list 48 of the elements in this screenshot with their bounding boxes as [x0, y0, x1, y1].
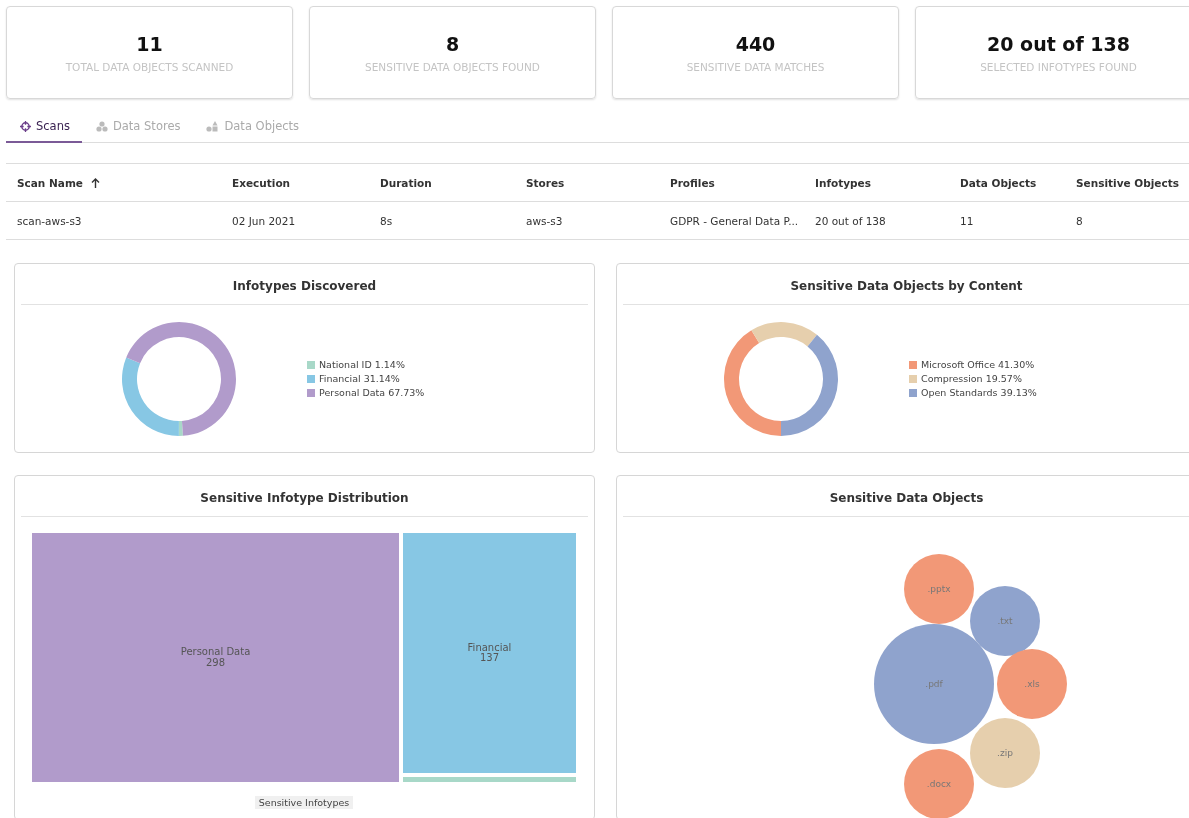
column-header[interactable]: Scan Name [17, 176, 232, 189]
column-header[interactable]: Profiles [670, 176, 815, 189]
legend-label: Financial 31.14% [319, 373, 400, 384]
stat-value: 11 [136, 32, 163, 55]
treemap-cell: Personal Data 298 [32, 533, 399, 782]
table-cell-text: 02 Jun 2021 [232, 214, 297, 227]
crosshair-icon [20, 120, 31, 132]
bubble: .docx [903, 749, 974, 818]
legend-label: National ID 1.14% [319, 359, 405, 370]
stat-label: SENSITIVE DATA OBJECTS FOUND [365, 60, 540, 73]
table-cell-text: scan-aws-s3 [17, 214, 83, 227]
legend-label: Open Standards 39.13% [921, 387, 1037, 398]
bubble: .zip [969, 718, 1040, 788]
column-header[interactable]: Infotypes [815, 176, 960, 189]
shapes-icon [206, 120, 220, 132]
chart-title: Sensitive Data Objects [623, 476, 1189, 517]
column-header[interactable]: Data Objects [960, 176, 1076, 189]
table-cell-text: aws-s3 [526, 214, 564, 227]
column-header[interactable]: Stores [526, 176, 670, 189]
column-header[interactable]: Execution [232, 176, 380, 189]
bubble: .pptx [903, 554, 974, 624]
legend-label: Compression 19.57% [921, 373, 1022, 384]
stat-label: SENSITIVE DATA MATCHES [686, 60, 825, 73]
axis-label: Sensitive Infotypes [254, 796, 354, 809]
chart-title: Sensitive Data Objects by Content [623, 264, 1189, 305]
table-cell-text: 20 out of 138 [815, 214, 887, 227]
sort-arrow-icon [90, 177, 100, 188]
stat-label: TOTAL DATA OBJECTS SCANNED [65, 60, 234, 73]
legend-label: Personal Data 67.73% [319, 387, 425, 398]
bubble: .txt [969, 586, 1040, 656]
table-cell-text: 8s [380, 214, 394, 227]
stat-label: SELECTED INFOTYPES FOUND [980, 60, 1137, 73]
legend-label: Microsoft Office 41.30% [921, 359, 1035, 370]
column-header[interactable]: Duration [380, 176, 526, 189]
tab[interactable]: Scans [6, 115, 82, 143]
bubble: .xls [996, 649, 1067, 719]
stat-value: 20 out of 138 [987, 32, 1130, 55]
table-cell-text: GDPR - General Data P... [670, 214, 800, 227]
table-cell-text: 8 [1076, 214, 1084, 227]
stores-icon [95, 120, 108, 132]
bubble: .pdf [873, 624, 994, 744]
chart-title: Sensitive Infotype Distribution [21, 476, 588, 517]
stat-value: 440 [735, 32, 776, 55]
table-cell-text: 11 [960, 214, 975, 227]
chart-title: Infotypes Discovered [21, 264, 588, 305]
treemap-cell: Financial 137 [403, 533, 576, 773]
stat-value: 8 [445, 32, 460, 55]
column-header[interactable]: Sensitive Objects [1076, 176, 1189, 189]
